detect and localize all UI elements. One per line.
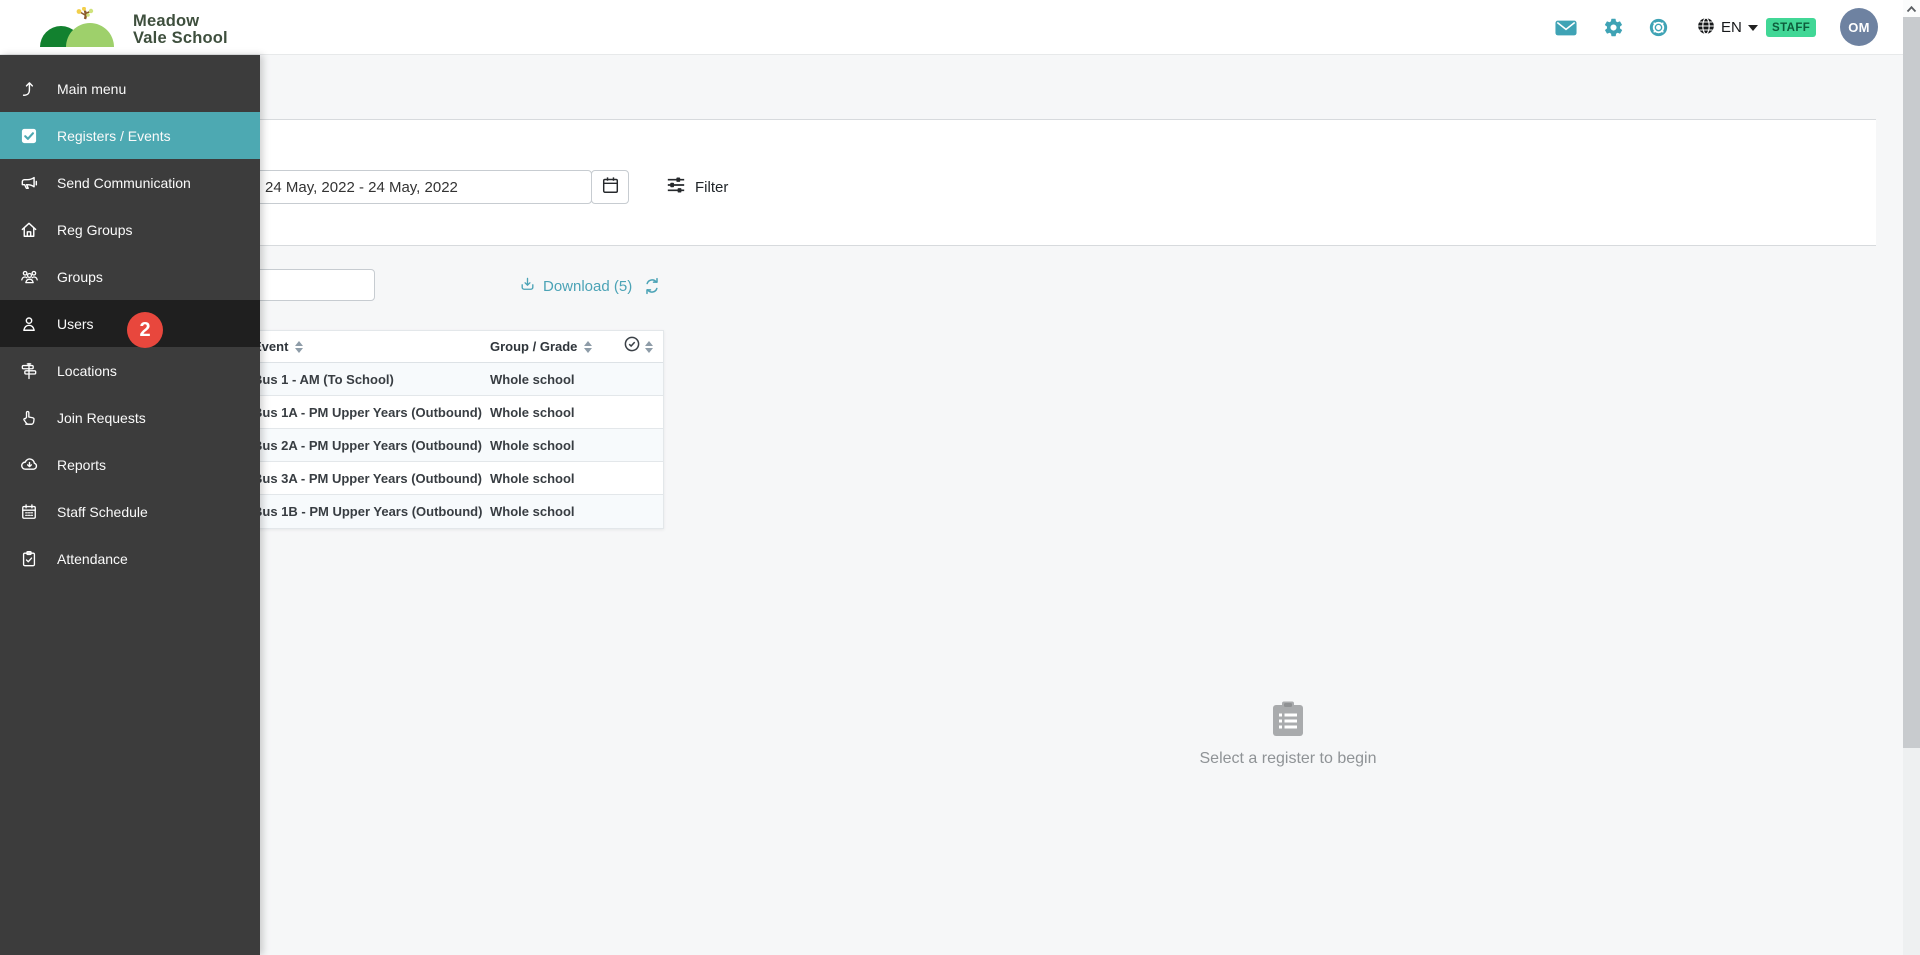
- role-badge: STAFF: [1766, 18, 1817, 37]
- school-name: Meadow Vale School: [133, 11, 228, 47]
- user-avatar[interactable]: OM: [1840, 8, 1878, 46]
- table-row[interactable]: Bus 1B - PM Upper Years (Outbound) Whole…: [237, 495, 663, 528]
- date-range-input[interactable]: [252, 170, 592, 204]
- signpost-icon: [18, 360, 40, 382]
- top-header: Meadow Vale School EN STAFF OM: [0, 0, 1920, 55]
- sidebar-item-groups[interactable]: Groups: [0, 253, 260, 300]
- settings-gear-icon[interactable]: [1603, 0, 1624, 55]
- school-logo-icon: [40, 6, 124, 52]
- sidebar-item-label: Groups: [57, 268, 103, 285]
- table-row[interactable]: Bus 1 - AM (To School) Whole school: [237, 363, 663, 396]
- page-scrollbar[interactable]: [1903, 0, 1920, 955]
- filter-label: Filter: [695, 178, 729, 196]
- support-lifering-icon[interactable]: [1648, 0, 1669, 55]
- user-icon: [18, 313, 40, 335]
- language-code: EN: [1721, 19, 1742, 36]
- level-up-icon: [18, 78, 40, 100]
- register-toolbar: Filter: [0, 119, 1876, 246]
- globe-icon: [1697, 17, 1715, 39]
- table-row[interactable]: Bus 3A - PM Upper Years (Outbound) Whole…: [237, 462, 663, 495]
- sidebar-item-label: Attendance: [57, 550, 128, 567]
- download-link[interactable]: Download (5): [519, 276, 632, 297]
- table-row[interactable]: Bus 2A - PM Upper Years (Outbound) Whole…: [237, 429, 663, 462]
- clipboard-check-icon: [18, 548, 40, 570]
- sidebar-nav: Main menu Registers / Events Send Commun…: [0, 55, 260, 955]
- sidebar-item-staff-schedule[interactable]: Staff Schedule: [0, 488, 260, 535]
- sidebar-item-label: Users: [57, 315, 94, 332]
- app-root: Meadow Vale School EN STAFF OM 24 May, 2…: [0, 0, 1920, 955]
- sidebar-item-locations[interactable]: Locations: [0, 347, 260, 394]
- download-icon: [519, 276, 536, 297]
- sidebar-item-label: Reg Groups: [57, 221, 133, 238]
- sidebar-item-label: Locations: [57, 362, 117, 379]
- sort-icon[interactable]: [584, 340, 593, 353]
- sidebar-item-send-communication[interactable]: Send Communication: [0, 159, 260, 206]
- sidebar-item-registers-events[interactable]: Registers / Events: [0, 112, 260, 159]
- sidebar-item-join-requests[interactable]: Join Requests: [0, 394, 260, 441]
- column-header-status[interactable]: [614, 336, 663, 357]
- sidebar-item-attendance[interactable]: Attendance: [0, 535, 260, 582]
- megaphone-icon: [18, 172, 40, 194]
- sidebar-item-label: Reports: [57, 456, 107, 473]
- sidebar-item-label: Main menu: [57, 80, 127, 97]
- tutorial-step-badge: 2: [127, 312, 163, 348]
- table-header-row: Event Group / Grade: [237, 331, 663, 363]
- chevron-down-icon: [1747, 24, 1758, 31]
- search-input[interactable]: [252, 269, 375, 301]
- calendar-icon: [602, 176, 619, 199]
- scrollbar-thumb[interactable]: [1903, 17, 1920, 748]
- calendar-picker-button[interactable]: [591, 170, 629, 204]
- sidebar-item-main-menu[interactable]: Main menu: [0, 65, 260, 112]
- empty-state-label: Select a register to begin: [1199, 750, 1377, 767]
- table-row[interactable]: Bus 1A - PM Upper Years (Outbound) Whole…: [237, 396, 663, 429]
- hand-icon: [18, 407, 40, 429]
- sort-icon[interactable]: [295, 340, 304, 353]
- download-label: Download (5): [543, 278, 633, 295]
- cloud-download-icon: [18, 454, 40, 476]
- check-circle-icon: [624, 336, 640, 357]
- calendar-grid-icon: [18, 501, 40, 523]
- sidebar-item-label: Send Communication: [57, 174, 191, 191]
- filter-button[interactable]: Filter: [666, 176, 728, 198]
- filter-sliders-icon: [666, 176, 686, 198]
- sidebar-item-reports[interactable]: Reports: [0, 441, 260, 488]
- registers-table: Event Group / Grade Bus 1 - AM (To Schoo…: [236, 330, 664, 529]
- people-icon: [18, 266, 40, 288]
- refresh-icon[interactable]: [642, 276, 662, 296]
- sidebar-item-reg-groups[interactable]: Reg Groups: [0, 206, 260, 253]
- register-empty-state: Select a register to begin: [1138, 700, 1438, 768]
- column-header-event[interactable]: Event: [237, 339, 490, 354]
- column-header-group-grade[interactable]: Group / Grade: [490, 339, 614, 354]
- scroll-up-button[interactable]: [1903, 0, 1920, 17]
- language-selector[interactable]: EN: [1697, 0, 1758, 55]
- clipboard-list-icon: [1271, 701, 1305, 742]
- checkbox-checked-icon: [18, 125, 40, 147]
- school-logo[interactable]: Meadow Vale School: [40, 6, 228, 52]
- messages-icon[interactable]: [1555, 0, 1577, 55]
- home-icon: [18, 219, 40, 241]
- sidebar-item-label: Registers / Events: [57, 127, 171, 144]
- sidebar-item-label: Staff Schedule: [57, 503, 148, 520]
- sort-icon[interactable]: [645, 340, 653, 353]
- sidebar-item-label: Join Requests: [57, 409, 146, 426]
